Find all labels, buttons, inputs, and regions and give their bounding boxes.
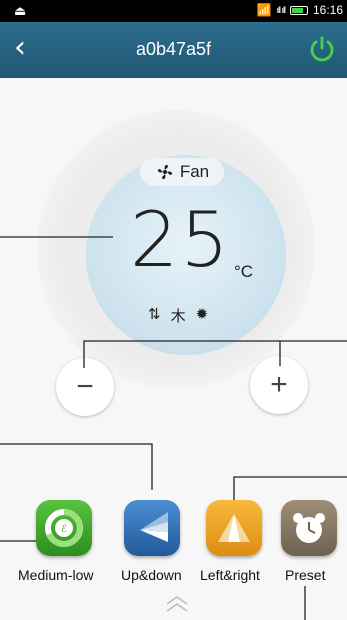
swing-leftright-button[interactable] bbox=[206, 500, 262, 556]
swing-updown-icon: ⇅ bbox=[148, 306, 161, 323]
increase-temperature-button[interactable]: + bbox=[250, 356, 308, 414]
notification-icon: ⏏ bbox=[14, 3, 27, 18]
swing-leftright-icon bbox=[218, 514, 250, 542]
alarm-clock-icon bbox=[293, 513, 325, 543]
decrease-temperature-button[interactable]: − bbox=[56, 358, 114, 416]
signal-icon: ıll ıll bbox=[276, 5, 285, 15]
temperature-value: 25 bbox=[130, 195, 231, 284]
fan-speed-label: Medium-low bbox=[18, 567, 94, 583]
mode-indicator[interactable]: Fan bbox=[140, 158, 224, 186]
preset-button[interactable] bbox=[281, 500, 337, 556]
mode-label: Fan bbox=[179, 162, 210, 181]
tree-icon: ⽊ bbox=[170, 308, 186, 325]
swing-leftright-label: Left&right bbox=[200, 567, 260, 583]
status-icons: 📶 ıll ıll 16:16 bbox=[257, 3, 343, 17]
wifi-icon: 📶 bbox=[256, 3, 272, 17]
fan-speed-button[interactable]: ℰ bbox=[36, 500, 92, 556]
svg-text:ℰ: ℰ bbox=[61, 524, 67, 535]
status-bar: ⏏ 📶 ıll ıll 16:16 bbox=[0, 0, 347, 22]
page-title: a0b47a5f bbox=[135, 39, 212, 59]
status-indicators: ⇅ ⽊ ✹ bbox=[148, 305, 208, 326]
battery-icon bbox=[289, 5, 308, 15]
swing-updown-button[interactable] bbox=[124, 500, 180, 556]
light-icon: ✹ bbox=[195, 306, 209, 323]
expand-up-icon[interactable] bbox=[164, 594, 190, 614]
callout-line-leftright bbox=[233, 476, 347, 500]
swing-updown-icon bbox=[140, 512, 168, 542]
temperature-unit: °C bbox=[234, 262, 254, 281]
callout-line-updown bbox=[0, 443, 153, 490]
app-bar: ‹ a0b47a5f bbox=[0, 22, 347, 78]
swing-updown-label: Up&down bbox=[121, 567, 182, 583]
preset-label: Preset bbox=[285, 567, 326, 583]
power-icon[interactable] bbox=[307, 34, 337, 64]
status-time: 16:16 bbox=[312, 3, 343, 17]
fan-speed-icon: ℰ bbox=[45, 509, 83, 547]
fan-icon bbox=[157, 164, 172, 180]
